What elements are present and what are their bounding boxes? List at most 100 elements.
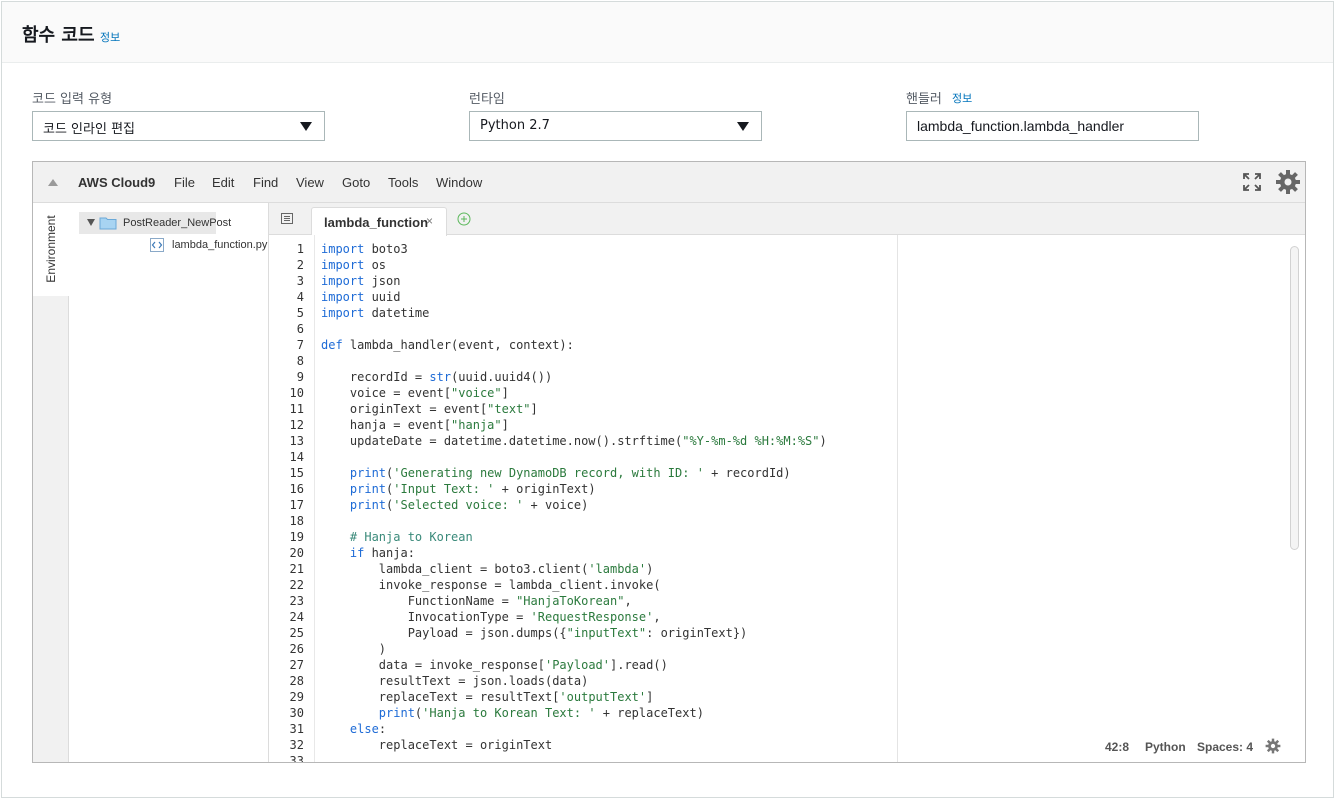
line-number: 12	[289, 418, 304, 432]
handler-info-link[interactable]: 정보	[952, 90, 972, 106]
add-tab-icon[interactable]	[457, 212, 471, 226]
close-icon[interactable]: ×	[426, 214, 433, 228]
code-line: import os	[321, 258, 387, 272]
code-line: print('Input Text: ' + originText)	[349, 482, 596, 496]
file-tree: PostReader_NewPost lambda_function.py	[69, 203, 269, 762]
line-number: 6	[296, 322, 304, 336]
code-area[interactable]: import boto3 import os import json import u…	[321, 235, 897, 762]
line-number: 3	[296, 274, 304, 288]
line-number: 29	[289, 690, 304, 704]
cloud9-ide: AWS Cloud9 File Edit Find View Goto Tool…	[32, 161, 1306, 763]
runtime-label: 런타임	[469, 92, 505, 107]
code-line: originText = event["text"]	[321, 402, 538, 416]
print-margin	[897, 235, 898, 762]
chevron-down-icon	[737, 122, 749, 131]
code-line: print('Selected voice: ' + voice)	[349, 498, 589, 512]
line-number: 17	[289, 498, 304, 512]
menu-file[interactable]: File	[174, 175, 195, 190]
panel-title: 함수 코드	[22, 25, 95, 46]
line-number: 8	[296, 354, 304, 368]
tree-item-folder[interactable]: PostReader_NewPost	[79, 212, 231, 234]
line-number: 14	[289, 450, 304, 464]
code-line: replaceText = resultText['outputText']	[321, 690, 654, 704]
line-number: 5	[296, 306, 304, 320]
ide-menubar: AWS Cloud9 File Edit Find View Goto Tool…	[33, 162, 1305, 203]
code-line: voice = event["voice"]	[321, 386, 509, 400]
line-number: 11	[289, 402, 304, 416]
code-line: else:	[349, 722, 387, 736]
environment-sidebar: Environment	[33, 203, 69, 762]
code-line: invoke_response = lambda_client.invoke(	[321, 578, 661, 592]
tab-lambda-function[interactable]: lambda_function ×	[311, 207, 447, 236]
menu-tools[interactable]: Tools	[388, 175, 418, 190]
line-number: 4	[296, 290, 304, 304]
indent-setting[interactable]: Spaces: 4	[1197, 740, 1253, 754]
code-line: data = invoke_response['Payload'].read()	[321, 658, 668, 672]
code-editor: lambda_function × 1 2 3 4 5 6 7 8 9 10 11 12 13 14 15 1…	[269, 203, 1305, 762]
code-line: # Hanja to Korean	[349, 530, 473, 544]
code-line: updateDate = datetime.datetime.now().str…	[321, 434, 827, 448]
menu-goto[interactable]: Goto	[342, 175, 370, 190]
caret-down-icon[interactable]	[87, 219, 95, 226]
code-line: resultText = json.loads(data)	[321, 674, 589, 688]
info-link[interactable]: 정보	[100, 29, 120, 45]
handler-label: 핸들러	[906, 92, 942, 107]
code-line: )	[321, 642, 387, 656]
code-line: FunctionName = "HanjaToKorean",	[321, 594, 632, 608]
line-number: 27	[289, 658, 304, 672]
editor-tabbar: lambda_function ×	[269, 203, 1305, 236]
line-number: 28	[289, 674, 304, 688]
code-line: if hanja:	[349, 546, 415, 560]
line-number: 26	[289, 642, 304, 656]
menu-view[interactable]: View	[296, 175, 324, 190]
gear-icon[interactable]	[1275, 169, 1301, 195]
code-line: import uuid	[321, 290, 401, 304]
code-line: hanja = event["hanja"]	[321, 418, 509, 432]
code-line: def lambda_handler(event, context):	[321, 338, 574, 352]
code-entry-type-select[interactable]: 코드 인라인 편집	[32, 111, 325, 141]
fullscreen-icon[interactable]	[1243, 173, 1261, 191]
folder-icon	[99, 217, 117, 230]
menu-find[interactable]: Find	[253, 175, 278, 190]
code-line: print('Generating new DynamoDB record, w…	[349, 466, 791, 480]
runtime-select[interactable]: Python 2.7	[469, 111, 762, 141]
language-mode[interactable]: Python	[1145, 740, 1186, 754]
code-line: import datetime	[321, 306, 430, 320]
line-number: 1	[296, 242, 304, 256]
line-number: 13	[289, 434, 304, 448]
tab-list-icon[interactable]	[281, 213, 293, 224]
folder-label: PostReader_NewPost	[123, 217, 232, 229]
tree-item-file[interactable]: lambda_function.py	[172, 239, 267, 251]
line-number: 10	[289, 386, 304, 400]
line-number: 21	[289, 562, 304, 576]
tab-label: lambda_function	[324, 215, 429, 230]
line-number: 18	[289, 514, 304, 528]
runtime-value: Python 2.7	[480, 118, 550, 133]
menu-window[interactable]: Window	[436, 175, 482, 190]
line-number: 32	[289, 738, 304, 752]
code-entry-type-label: 코드 입력 유형	[32, 92, 113, 107]
code-line: Payload = json.dumps({"inputText": origi…	[321, 626, 748, 640]
line-number: 30	[289, 706, 304, 720]
ide-brand-menu[interactable]: AWS Cloud9	[78, 175, 155, 190]
cursor-position[interactable]: 42:8	[1105, 740, 1129, 754]
code-line: InvocationType = 'RequestResponse',	[321, 610, 661, 624]
line-number: 19	[289, 530, 304, 544]
vertical-scrollbar[interactable]	[1290, 246, 1299, 550]
menu-edit[interactable]: Edit	[212, 175, 234, 190]
gear-icon[interactable]	[1265, 738, 1281, 754]
code-line: import json	[321, 274, 401, 288]
chevron-down-icon	[300, 122, 312, 131]
tab-environment[interactable]: Environment	[33, 203, 69, 296]
line-number: 15	[289, 466, 304, 480]
collapse-icon[interactable]	[48, 179, 58, 186]
code-line: recordId = str(uuid.uuid4())	[321, 370, 553, 384]
line-number: 16	[289, 482, 304, 496]
environment-tab-label: Environment	[44, 215, 58, 283]
panel-header: 함수 코드 정보	[2, 2, 1333, 63]
handler-input[interactable]	[906, 111, 1199, 141]
code-line: replaceText = originText	[321, 738, 553, 752]
line-number: 2	[296, 258, 304, 272]
line-number: 7	[296, 338, 304, 352]
code-line: import boto3	[321, 242, 408, 256]
